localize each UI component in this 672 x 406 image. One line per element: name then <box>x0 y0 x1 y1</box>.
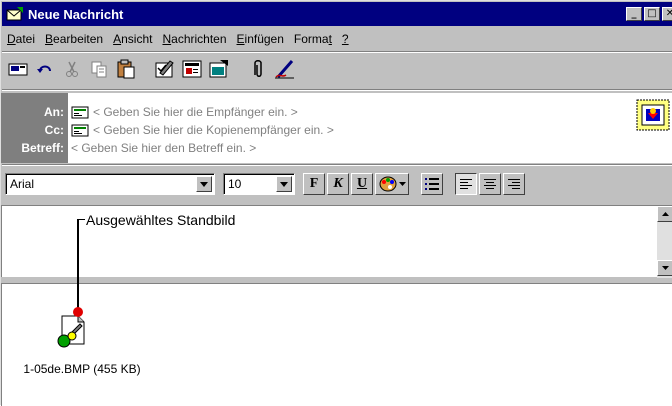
cc-row: Cc: < Geben Sie hier die Kopienempfänger… <box>1 121 334 139</box>
to-label: An: <box>44 105 64 119</box>
send-icon <box>8 63 28 76</box>
to-row: An: < Geben Sie hier die Empfänger ein. … <box>1 103 298 121</box>
font-dropdown-button[interactable] <box>196 176 212 192</box>
font-combo[interactable]: Arial <box>5 173 215 195</box>
window-title: Neue Nachricht <box>28 6 124 22</box>
new-message-icon <box>6 7 23 21</box>
callout-line <box>77 219 79 311</box>
to-field[interactable]: < Geben Sie hier die Empfänger ein. > <box>93 105 298 119</box>
arrow-up-icon <box>661 212 669 216</box>
align-center-button[interactable] <box>479 173 501 195</box>
scroll-up-button[interactable] <box>657 206 672 222</box>
maximize-button[interactable]: □ <box>644 7 660 21</box>
paste-icon <box>117 59 135 79</box>
bold-button[interactable]: F <box>303 173 325 195</box>
align-right-icon <box>508 179 520 189</box>
font-value: Arial <box>10 177 35 191</box>
menu-format[interactable]: Format <box>289 32 337 46</box>
attach-button[interactable] <box>245 56 271 82</box>
chevron-down-icon <box>280 181 288 187</box>
align-center-icon <box>484 179 496 189</box>
undo-icon <box>37 65 51 73</box>
signature-button[interactable] <box>272 56 298 82</box>
menu-help[interactable]: ? <box>337 32 354 46</box>
callout-label: Ausgewähltes Standbild <box>86 212 236 228</box>
title-bar[interactable]: Neue Nachricht _ □ ✕ <box>2 2 672 26</box>
chevron-down-icon <box>200 181 208 187</box>
copy-button[interactable] <box>86 56 112 82</box>
font-size-dropdown-button[interactable] <box>276 176 292 192</box>
divider <box>2 164 672 166</box>
format-toolbar: Arial 10 F K U <box>1 167 672 199</box>
scroll-down-button[interactable] <box>657 260 672 276</box>
cut-icon <box>66 61 78 77</box>
vertical-scrollbar[interactable] <box>657 206 672 278</box>
message-headers: An: < Geben Sie hier die Empfänger ein. … <box>1 93 672 163</box>
subject-field[interactable]: < Geben Sie hier den Betreff ein. > <box>71 141 256 155</box>
check-names-icon <box>155 60 174 78</box>
color-palette-icon <box>379 176 396 192</box>
undo-button[interactable] <box>32 56 58 82</box>
callout-dot <box>73 307 83 317</box>
cc-label: Cc: <box>44 123 64 137</box>
copy-icon <box>91 61 107 78</box>
message-window: Neue Nachricht _ □ ✕ Datei Bearbeiten An… <box>0 0 672 406</box>
arrow-down-icon <box>661 266 669 270</box>
insert-file-button[interactable] <box>206 56 232 82</box>
paperclip-icon <box>254 60 262 77</box>
menu-bar: Datei Bearbeiten Ansicht Nachrichten Ein… <box>2 29 354 49</box>
underline-button[interactable]: U <box>351 173 373 195</box>
chevron-down-icon <box>398 182 406 186</box>
select-recipients-button[interactable] <box>179 56 205 82</box>
send-button[interactable] <box>5 56 31 82</box>
attachment-label[interactable]: 1-05de.BMP (455 KB) <box>22 362 142 377</box>
bitmap-file-icon[interactable] <box>54 314 88 350</box>
align-right-button[interactable] <box>503 173 525 195</box>
font-size-value: 10 <box>228 177 242 191</box>
close-button[interactable]: ✕ <box>662 7 672 21</box>
main-toolbar <box>5 53 299 85</box>
insert-file-icon <box>209 60 228 78</box>
address-book-icon[interactable] <box>71 106 89 119</box>
font-color-button[interactable] <box>375 173 409 195</box>
align-left-button[interactable] <box>455 173 477 195</box>
align-left-icon <box>460 179 472 189</box>
italic-button[interactable]: K <box>327 173 349 195</box>
subject-row: Betreff: < Geben Sie hier den Betreff ei… <box>1 139 256 157</box>
menu-ansicht[interactable]: Ansicht <box>108 32 157 46</box>
stationery-stamp-icon[interactable] <box>636 99 670 131</box>
subject-label: Betreff: <box>21 141 64 155</box>
cc-field[interactable]: < Geben Sie hier die Kopienempfänger ein… <box>93 123 334 137</box>
menu-bearbeiten[interactable]: Bearbeiten <box>40 32 108 46</box>
bullet-list-icon <box>425 178 439 190</box>
minimize-button[interactable]: _ <box>626 7 642 21</box>
menu-einfuegen[interactable]: Einfügen <box>232 32 289 46</box>
address-book-icon[interactable] <box>71 124 89 137</box>
cut-button[interactable] <box>59 56 85 82</box>
divider <box>2 89 672 91</box>
attachment-pane: 1-05de.BMP (455 KB) <box>1 283 672 406</box>
signature-icon <box>275 60 294 79</box>
select-recipients-icon <box>182 60 202 78</box>
menu-datei[interactable]: Datei <box>2 32 40 46</box>
paste-button[interactable] <box>113 56 139 82</box>
font-size-combo[interactable]: 10 <box>223 173 295 195</box>
check-names-button[interactable] <box>152 56 178 82</box>
bullet-list-button[interactable] <box>421 173 443 195</box>
menu-nachrichten[interactable]: Nachrichten <box>157 32 231 46</box>
message-body[interactable]: Ausgewähltes Standbild <box>1 205 672 278</box>
